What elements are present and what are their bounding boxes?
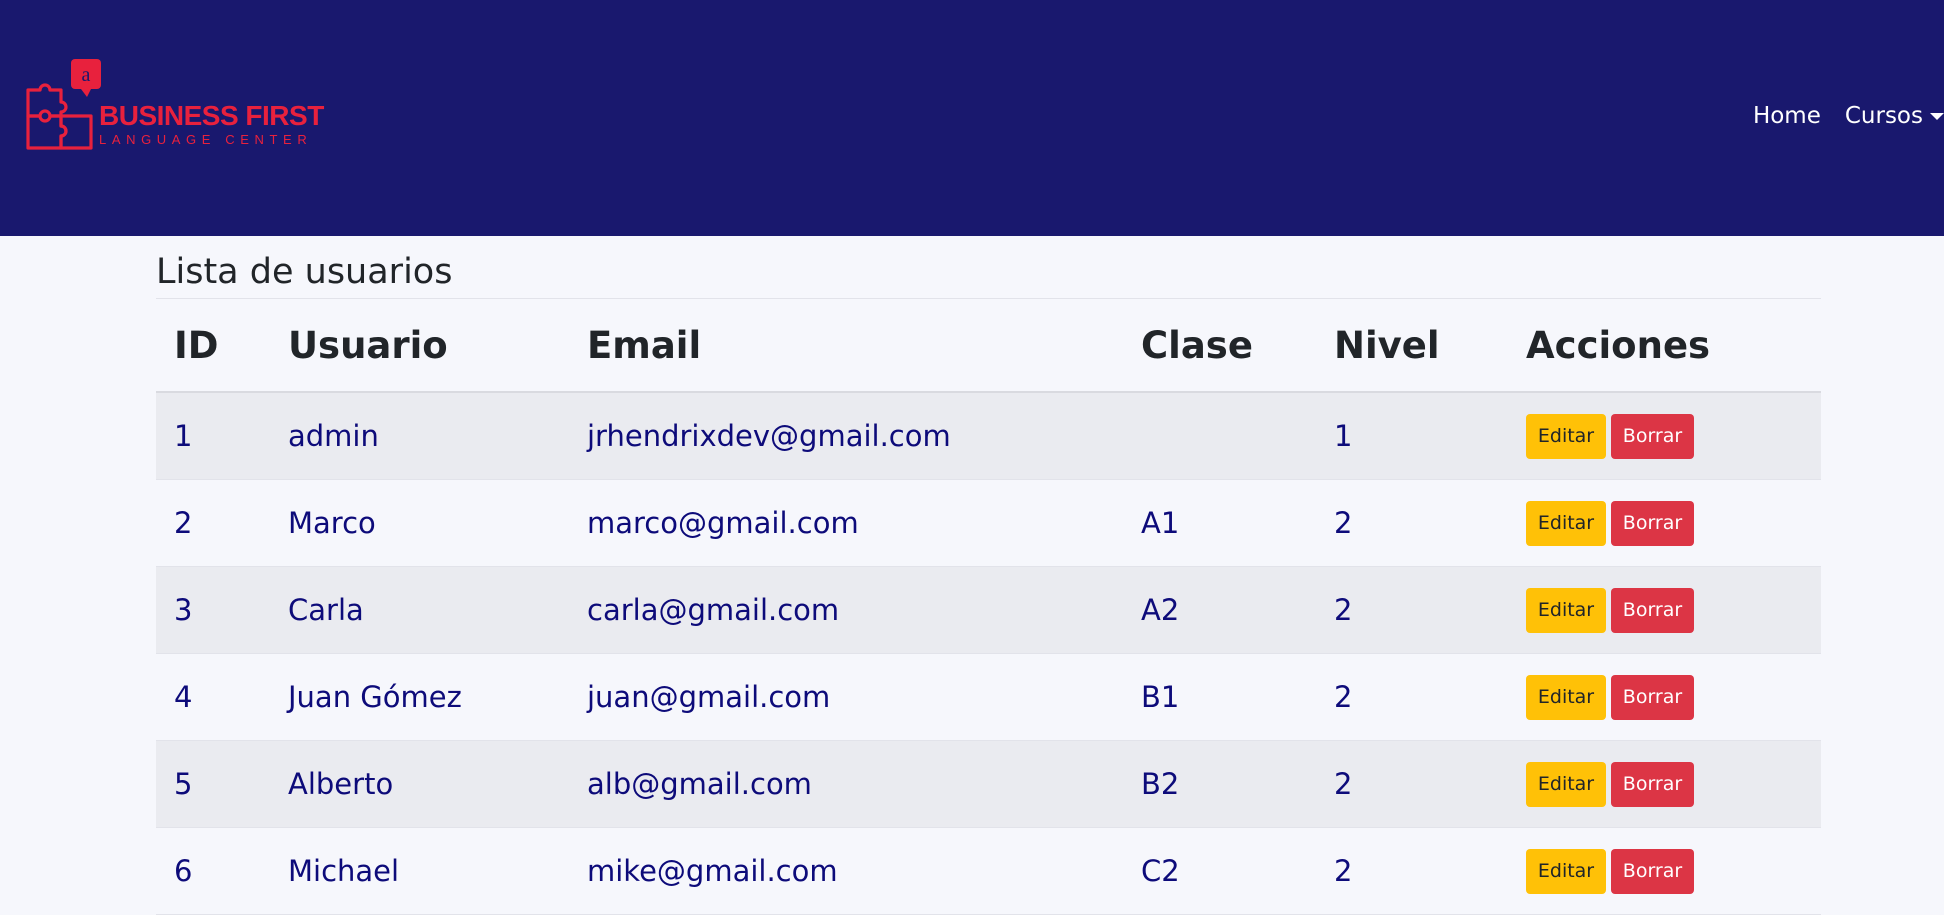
- brand-name: BUSINESS FIRST: [99, 100, 324, 131]
- table-row: 4 Juan Gómez juan@gmail.com B1 2 Editar B…: [156, 653, 1821, 741]
- cell-email: carla@gmail.com: [569, 566, 1123, 654]
- cell-class: C2: [1123, 827, 1316, 915]
- edit-button[interactable]: Editar: [1526, 761, 1606, 807]
- cell-level: 2: [1316, 740, 1508, 828]
- cell-id: 3: [156, 566, 270, 654]
- delete-button[interactable]: Borrar: [1611, 413, 1694, 459]
- cell-user: Alberto: [270, 740, 569, 828]
- edit-button[interactable]: Editar: [1526, 587, 1606, 633]
- table-header-row: ID Usuario Email Clase Nivel Acciones: [156, 299, 1821, 393]
- cell-email: marco@gmail.com: [569, 479, 1123, 567]
- cell-email: juan@gmail.com: [569, 653, 1123, 741]
- edit-button[interactable]: Editar: [1526, 500, 1606, 546]
- cell-email: jrhendrixdev@gmail.com: [569, 392, 1123, 480]
- delete-button[interactable]: Borrar: [1611, 848, 1694, 894]
- brand-logo[interactable]: a BUSINESS FIRST LANGUAGE CENTER: [25, 58, 324, 153]
- cell-id: 4: [156, 653, 270, 741]
- cell-actions: Editar Borrar: [1508, 392, 1821, 480]
- delete-button[interactable]: Borrar: [1611, 587, 1694, 633]
- cell-level: 2: [1316, 827, 1508, 915]
- table-row: 3 Carla carla@gmail.com A2 2 Editar Borra…: [156, 566, 1821, 654]
- puzzle-logo-icon: a: [26, 59, 101, 150]
- header-usuario: Usuario: [270, 299, 569, 393]
- nav-link-home[interactable]: Home: [1753, 103, 1821, 129]
- header-clase: Clase: [1123, 299, 1316, 393]
- cell-user: Michael: [270, 827, 569, 915]
- cell-level: 2: [1316, 653, 1508, 741]
- cell-user: Carla: [270, 566, 569, 654]
- cell-level: 1: [1316, 392, 1508, 480]
- users-table: ID Usuario Email Clase Nivel Acciones 1 …: [156, 299, 1821, 915]
- table-row: 2 Marco marco@gmail.com A1 2 Editar Borra…: [156, 479, 1821, 567]
- header-nivel: Nivel: [1316, 299, 1508, 393]
- header-email: Email: [569, 299, 1123, 393]
- cell-class: [1123, 392, 1316, 480]
- top-navbar: a BUSINESS FIRST LANGUAGE CENTER Home Cu…: [0, 0, 1944, 236]
- delete-button[interactable]: Borrar: [1611, 761, 1694, 807]
- main-nav: Home Cursos: [1753, 103, 1944, 129]
- logo-letter: a: [82, 64, 91, 86]
- cell-class: A2: [1123, 566, 1316, 654]
- nav-cursos-label: Cursos: [1844, 103, 1923, 129]
- brand-tagline: LANGUAGE CENTER: [99, 132, 313, 147]
- cell-id: 2: [156, 479, 270, 567]
- header-acciones: Acciones: [1508, 299, 1821, 393]
- cell-actions: Editar Borrar: [1508, 740, 1821, 828]
- caret-down-icon: [1930, 112, 1944, 120]
- cell-id: 6: [156, 827, 270, 915]
- main-content: Lista de usuarios ID Usuario Email Clase…: [156, 236, 1821, 915]
- edit-button[interactable]: Editar: [1526, 413, 1606, 459]
- cell-level: 2: [1316, 566, 1508, 654]
- cell-level: 2: [1316, 479, 1508, 567]
- cell-actions: Editar Borrar: [1508, 479, 1821, 567]
- edit-button[interactable]: Editar: [1526, 848, 1606, 894]
- header-id: ID: [156, 299, 270, 393]
- cell-class: B2: [1123, 740, 1316, 828]
- cell-id: 1: [156, 392, 270, 480]
- cell-actions: Editar Borrar: [1508, 653, 1821, 741]
- cell-user: Marco: [270, 479, 569, 567]
- cell-actions: Editar Borrar: [1508, 827, 1821, 915]
- cell-user: admin: [270, 392, 569, 480]
- cell-id: 5: [156, 740, 270, 828]
- table-row: 5 Alberto alb@gmail.com B2 2 Editar Borra…: [156, 740, 1821, 828]
- edit-button[interactable]: Editar: [1526, 674, 1606, 720]
- cell-email: mike@gmail.com: [569, 827, 1123, 915]
- nav-home-label: Home: [1752, 103, 1821, 129]
- nav-dropdown-cursos[interactable]: Cursos: [1845, 103, 1944, 129]
- cell-class: B1: [1123, 653, 1316, 741]
- cell-actions: Editar Borrar: [1508, 566, 1821, 654]
- cell-user: Juan Gómez: [270, 653, 569, 741]
- cell-class: A1: [1123, 479, 1316, 567]
- delete-button[interactable]: Borrar: [1611, 674, 1694, 720]
- table-row: 1 admin jrhendrixdev@gmail.com 1 Editar B…: [156, 392, 1821, 480]
- table-row: 6 Michael mike@gmail.com C2 2 Editar Borr…: [156, 827, 1821, 915]
- page-title: Lista de usuarios: [156, 236, 1821, 299]
- delete-button[interactable]: Borrar: [1611, 500, 1694, 546]
- cell-email: alb@gmail.com: [569, 740, 1123, 828]
